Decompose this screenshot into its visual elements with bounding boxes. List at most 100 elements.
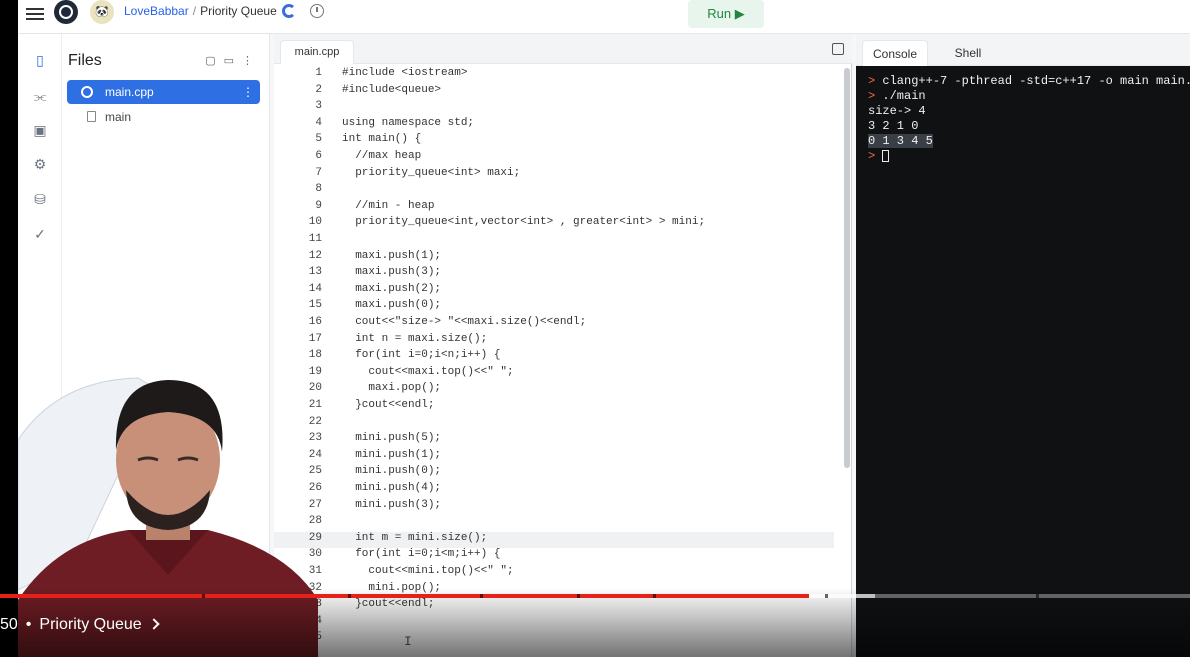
text-cursor-icon: I xyxy=(404,634,412,649)
file-name: main.cpp xyxy=(105,85,154,99)
code-line[interactable]: 27 mini.push(3); xyxy=(274,499,834,516)
code-line[interactable]: 13 maxi.push(3); xyxy=(274,266,834,283)
line-number: 3 xyxy=(315,100,322,113)
code-text: maxi.push(0); xyxy=(342,299,442,312)
code-line[interactable]: 1 #include <iostream> xyxy=(274,67,834,84)
line-number: 12 xyxy=(308,249,322,262)
video-progress-bar[interactable] xyxy=(0,594,1190,598)
share-icon[interactable]: ⫘ xyxy=(32,88,48,104)
breadcrumb-separator: / xyxy=(192,4,197,18)
code-text: #include <iostream> xyxy=(342,67,468,79)
run-button[interactable]: Run ▶ xyxy=(688,0,764,28)
code-line[interactable]: 20 maxi.pop(); xyxy=(274,382,834,399)
code-text: mini.push(1); xyxy=(342,448,442,461)
code-line[interactable]: 23 mini.push(5); xyxy=(274,432,834,449)
console-output[interactable]: > clang++-7 -pthread -std=c++17 -o main … xyxy=(868,74,1190,164)
file-item-main[interactable]: main xyxy=(67,105,260,129)
more-options-icon[interactable]: ⋮ xyxy=(242,55,261,67)
top-bar: 🐼 LoveBabbar / Priority Queue Run ▶ xyxy=(18,0,1190,34)
code-line[interactable]: 14 maxi.push(2); xyxy=(274,283,834,300)
code-line[interactable]: 29 int m = mini.size(); xyxy=(274,531,834,549)
code-line[interactable]: 8 xyxy=(274,183,834,200)
code-line[interactable]: 21 }cout<<endl; xyxy=(274,399,834,416)
console-command: clang++-7 -pthread -std=c++17 -o main ma… xyxy=(882,74,1190,88)
code-line[interactable]: 31 cout<<mini.top()<<" "; xyxy=(274,565,834,582)
line-number: 6 xyxy=(315,150,322,162)
file-item-main-cpp[interactable]: main.cpp ⋮ xyxy=(67,80,260,104)
code-line[interactable]: 11 xyxy=(274,233,834,250)
code-text: maxi.push(2); xyxy=(342,282,442,295)
line-number: 4 xyxy=(315,116,322,129)
new-file-icon[interactable]: ▢ xyxy=(205,55,223,67)
code-line[interactable]: 7 priority_queue<int> maxi; xyxy=(274,167,834,184)
code-line[interactable]: 3 xyxy=(274,100,834,117)
line-number: 2 xyxy=(315,83,322,96)
code-line[interactable]: 17 int n = maxi.size(); xyxy=(274,333,834,350)
code-line[interactable]: 10 priority_queue<int,vector<int> , grea… xyxy=(274,216,834,233)
code-line[interactable]: 26 mini.push(4); xyxy=(274,482,834,499)
code-text: int m = mini.size(); xyxy=(342,531,488,544)
user-avatar[interactable]: 🐼 xyxy=(90,0,114,24)
layout-icon[interactable] xyxy=(832,43,844,55)
code-line[interactable]: 24 mini.push(1); xyxy=(274,449,834,466)
code-text: maxi.push(1); xyxy=(342,249,442,262)
chapter-gap xyxy=(825,594,828,598)
code-text: priority_queue<int,vector<int> , greater… xyxy=(342,216,706,229)
line-number: 17 xyxy=(308,332,322,345)
line-number: 10 xyxy=(308,216,322,229)
chapter-gap xyxy=(202,594,205,598)
tab-main-cpp[interactable]: main.cpp xyxy=(280,40,354,64)
code-line[interactable]: 19 cout<<maxi.top()<<" "; xyxy=(274,366,834,383)
code-text: mini.push(4); xyxy=(342,482,442,494)
gear-icon[interactable]: ⚙ xyxy=(32,156,48,172)
chapter-gap xyxy=(348,594,351,598)
editor-lines[interactable]: 1 #include <iostream> 2 #include<queue> 3 4 us… xyxy=(274,67,852,657)
played-bar xyxy=(0,594,810,598)
editor-scrollbar[interactable] xyxy=(844,68,850,468)
new-folder-icon[interactable]: ▭ xyxy=(224,55,242,67)
database-icon[interactable]: ⛁ xyxy=(32,191,48,207)
code-line[interactable]: 2 #include<queue> xyxy=(274,84,834,101)
lock-icon[interactable]: ▣ xyxy=(32,122,48,138)
console-output-line: size-> 4 xyxy=(868,104,926,118)
code-line[interactable]: 12 maxi.push(1); xyxy=(274,250,834,267)
editor-tabs: main.cpp xyxy=(274,34,852,64)
code-line[interactable]: 16 cout<<"size-> "<<maxi.size()<<endl; xyxy=(274,316,834,333)
cpp-file-icon xyxy=(81,86,93,98)
code-line[interactable]: 22 xyxy=(274,416,834,433)
breadcrumb-owner-link[interactable]: LoveBabbar xyxy=(124,4,189,18)
files-title: Files xyxy=(68,52,102,69)
chapter-gap xyxy=(577,594,580,598)
code-line[interactable]: 30 for(int i=0;i<m;i++) { xyxy=(274,548,834,565)
tab-shell[interactable]: Shell xyxy=(940,40,996,66)
code-line[interactable]: 18 for(int i=0;i<n;i++) { xyxy=(274,349,834,366)
line-number: 15 xyxy=(308,299,322,312)
code-text: cout<<mini.top()<<" "; xyxy=(342,565,514,577)
check-icon[interactable]: ✓ xyxy=(32,226,48,242)
chapter-gap xyxy=(653,594,656,598)
replit-logo-icon[interactable] xyxy=(54,0,78,24)
code-line[interactable]: 25 mini.push(0); xyxy=(274,465,834,482)
code-line[interactable]: 15 maxi.push(0); xyxy=(274,299,834,316)
chevron-right-icon xyxy=(148,618,160,630)
code-line[interactable]: 5 int main() { xyxy=(274,133,834,150)
code-line[interactable]: 28 xyxy=(274,515,834,532)
menu-icon[interactable] xyxy=(26,5,44,20)
console-output-line: 0 1 3 4 5 xyxy=(868,134,933,148)
chapter-gap xyxy=(1036,594,1039,598)
code-line[interactable]: 9 //min - heap xyxy=(274,200,834,217)
console-prompt: > xyxy=(868,74,876,88)
line-number: 5 xyxy=(315,133,322,146)
code-text: //max heap xyxy=(342,150,422,162)
file-menu-icon[interactable]: ⋮ xyxy=(242,80,254,104)
code-line[interactable]: 4 using namespace std; xyxy=(274,117,834,134)
files-icon[interactable]: ▯ xyxy=(32,52,48,68)
tab-console[interactable]: Console xyxy=(862,40,928,66)
code-line[interactable]: 6 //max heap xyxy=(274,150,834,167)
line-number: 1 xyxy=(315,67,322,79)
code-text: mini.push(3); xyxy=(342,498,442,511)
console-prompt: > xyxy=(868,89,876,103)
chapter-label[interactable]: 50 • Priority Queue xyxy=(0,616,160,634)
breadcrumb-project-title[interactable]: Priority Queue xyxy=(200,4,277,18)
history-icon[interactable] xyxy=(310,4,324,18)
